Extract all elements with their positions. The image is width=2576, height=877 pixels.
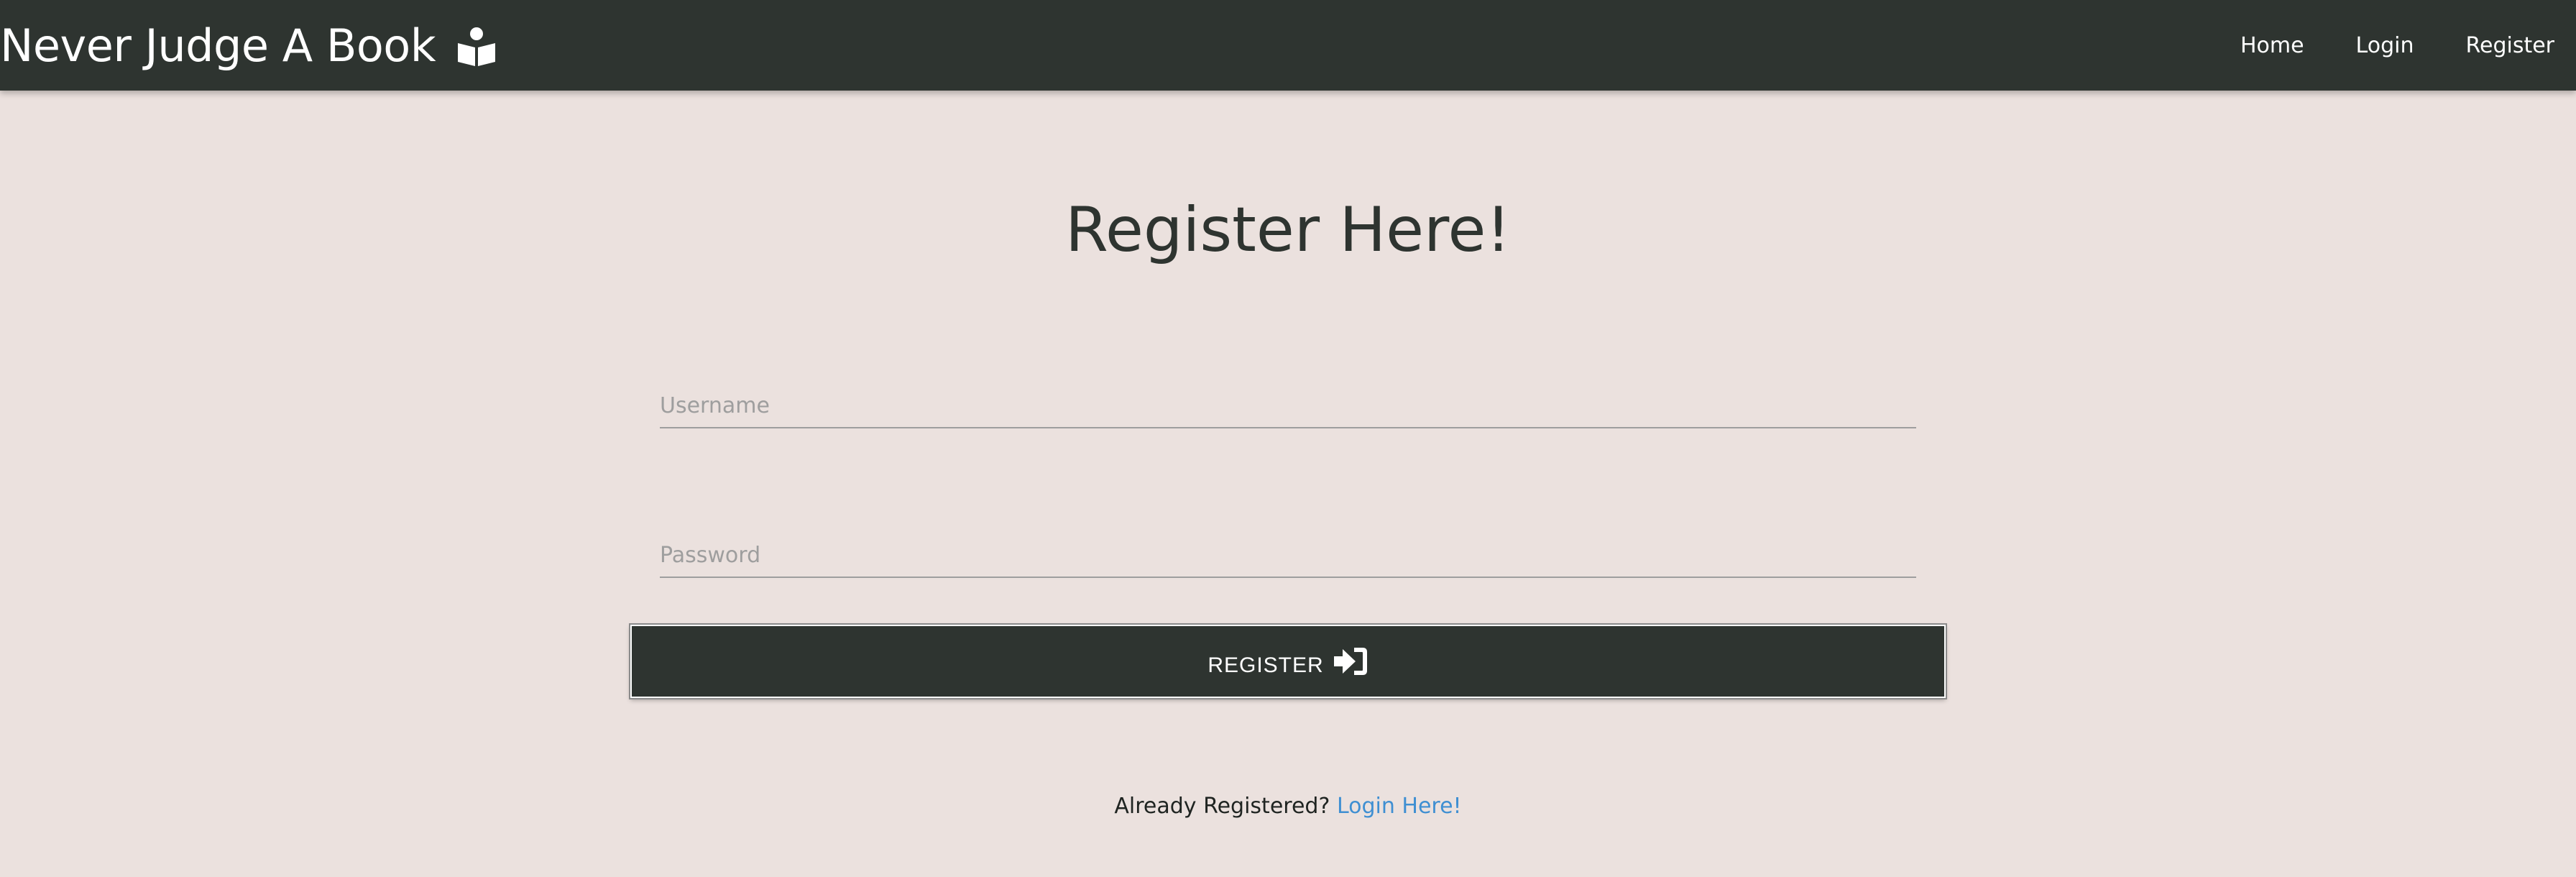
nav-links: Home Login Register [2189, 0, 2554, 91]
login-here-link[interactable]: Login Here! [1337, 794, 1462, 819]
nav-link-login[interactable]: Login [2356, 33, 2414, 58]
book-reader-icon [456, 24, 497, 66]
register-button-content: REGISTER [1208, 648, 1368, 681]
password-field-container [660, 533, 1916, 578]
login-prompt-text: Already Registered? [1114, 794, 1330, 819]
navbar: Never Judge A Book Home Login Register [0, 0, 2576, 91]
sign-in-icon [1333, 646, 1368, 677]
register-button-label: REGISTER [1208, 653, 1324, 677]
username-input[interactable] [660, 384, 1916, 427]
password-input[interactable] [660, 533, 1916, 577]
nav-link-register[interactable]: Register [2465, 33, 2554, 58]
username-field-container [660, 384, 1916, 428]
brand-logo[interactable]: Never Judge A Book [0, 0, 497, 91]
brand-title: Never Judge A Book [0, 19, 436, 72]
nav-link-home[interactable]: Home [2240, 33, 2304, 58]
login-prompt: Already Registered? Login Here! [0, 794, 2576, 819]
register-button[interactable]: REGISTER [629, 623, 1947, 699]
page-title: Register Here! [1065, 194, 1511, 266]
